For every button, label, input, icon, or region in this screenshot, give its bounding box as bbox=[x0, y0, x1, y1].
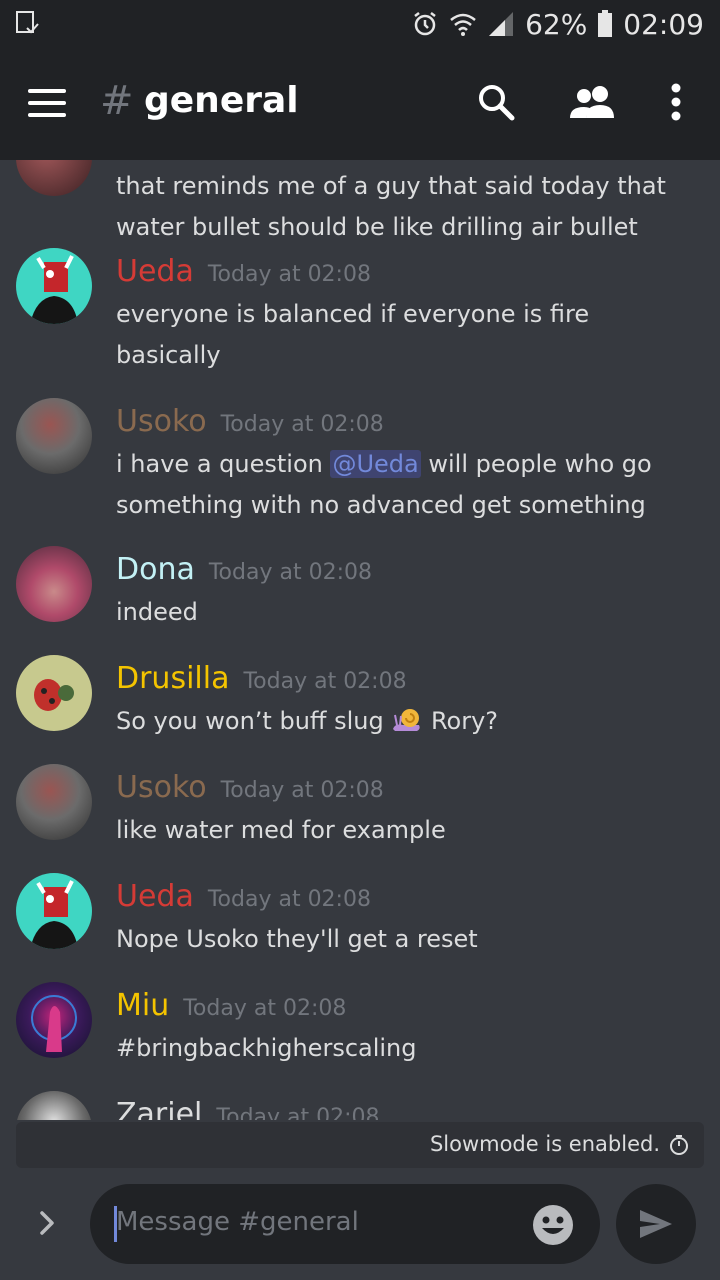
app-bar: # general bbox=[0, 48, 720, 160]
stopwatch-icon bbox=[670, 1135, 688, 1155]
signal-icon bbox=[489, 12, 514, 36]
avatar[interactable] bbox=[16, 546, 92, 622]
message-text: everyone is balanced if everyone is fire… bbox=[116, 300, 590, 369]
author-name[interactable]: Usoko bbox=[116, 404, 207, 439]
channel-hash-icon: # bbox=[100, 78, 134, 124]
members-icon[interactable] bbox=[568, 80, 618, 124]
channel-title: general bbox=[144, 80, 299, 121]
battery-icon bbox=[598, 10, 613, 37]
avatar-image bbox=[31, 995, 77, 1052]
alarm-icon bbox=[414, 12, 436, 36]
avatar[interactable] bbox=[16, 160, 92, 196]
menu-icon[interactable] bbox=[28, 89, 66, 117]
more-icon[interactable] bbox=[664, 80, 688, 124]
message-input-placeholder: Message #general bbox=[116, 1207, 359, 1237]
avatar[interactable] bbox=[16, 655, 92, 731]
author-name[interactable]: Zariel bbox=[116, 1097, 202, 1120]
user-mention[interactable]: @Ueda bbox=[330, 450, 421, 478]
avatar[interactable] bbox=[16, 982, 92, 1058]
message-header: Ueda Today at 02:08 bbox=[116, 254, 371, 289]
message-header: Miu Today at 02:08 bbox=[116, 988, 346, 1023]
message-header: Ueda Today at 02:08 bbox=[116, 879, 371, 914]
timestamp: Today at 02:08 bbox=[220, 412, 384, 437]
timestamp: Today at 02:08 bbox=[220, 778, 384, 803]
avatar-image bbox=[30, 255, 78, 324]
message-text: like water med for example bbox=[116, 816, 446, 844]
author-name[interactable]: Miu bbox=[116, 988, 169, 1023]
author-name[interactable]: Ueda bbox=[116, 254, 194, 289]
send-icon bbox=[640, 1210, 672, 1238]
message-text: that reminds me of a guy that said today… bbox=[116, 172, 666, 241]
wifi-icon bbox=[450, 13, 476, 36]
message-header: Zariel Today at 02:08 bbox=[116, 1097, 380, 1120]
timestamp: Today at 02:08 bbox=[207, 887, 371, 912]
message-text: So you won’t buff slug Rory? bbox=[116, 707, 499, 735]
emoji-icon[interactable] bbox=[532, 1204, 574, 1246]
snail-icon bbox=[393, 709, 420, 731]
message-header: Usoko Today at 02:08 bbox=[116, 770, 384, 805]
message-text: i have a question @Ueda will people who … bbox=[116, 450, 652, 519]
message-header: Dona Today at 02:08 bbox=[116, 552, 372, 587]
message-header: Drusilla Today at 02:08 bbox=[116, 661, 407, 696]
status-bar: 62% 02:09 bbox=[0, 0, 720, 48]
download-icon bbox=[16, 11, 39, 34]
message-text: indeed bbox=[116, 598, 198, 626]
author-name[interactable]: Dona bbox=[116, 552, 195, 587]
timestamp: Today at 02:08 bbox=[208, 560, 372, 585]
author-name[interactable]: Usoko bbox=[116, 770, 207, 805]
avatar[interactable] bbox=[16, 764, 92, 840]
message-input[interactable]: Message #general bbox=[90, 1184, 600, 1264]
timestamp: Today at 02:08 bbox=[243, 669, 407, 694]
search-icon[interactable] bbox=[474, 80, 518, 124]
avatar[interactable] bbox=[16, 248, 92, 324]
clock: 02:09 bbox=[623, 7, 704, 41]
avatar-image bbox=[30, 880, 78, 949]
slowmode-banner: Slowmode is enabled. bbox=[16, 1122, 704, 1168]
message-text: #bringbackhigherscaling bbox=[116, 1034, 417, 1062]
timestamp: Today at 02:08 bbox=[207, 262, 371, 287]
message-list[interactable]: that reminds me of a guy that said today… bbox=[0, 160, 720, 1120]
author-name[interactable]: Ueda bbox=[116, 879, 194, 914]
slowmode-text: Slowmode is enabled. bbox=[429, 1132, 660, 1156]
composer: Message #general bbox=[0, 1168, 720, 1280]
message-text: Nope Usoko they'll get a reset bbox=[116, 925, 478, 953]
send-button[interactable] bbox=[616, 1184, 696, 1264]
avatar[interactable] bbox=[16, 1091, 92, 1120]
expand-icon[interactable] bbox=[32, 1208, 62, 1238]
timestamp: Today at 02:08 bbox=[183, 996, 347, 1021]
avatar[interactable] bbox=[16, 873, 92, 949]
timestamp: Today at 02:08 bbox=[216, 1105, 380, 1120]
message-header: Usoko Today at 02:08 bbox=[116, 404, 384, 439]
author-name[interactable]: Drusilla bbox=[116, 661, 229, 696]
avatar-image bbox=[34, 679, 74, 711]
battery-percent: 62% bbox=[525, 7, 588, 41]
avatar[interactable] bbox=[16, 398, 92, 474]
